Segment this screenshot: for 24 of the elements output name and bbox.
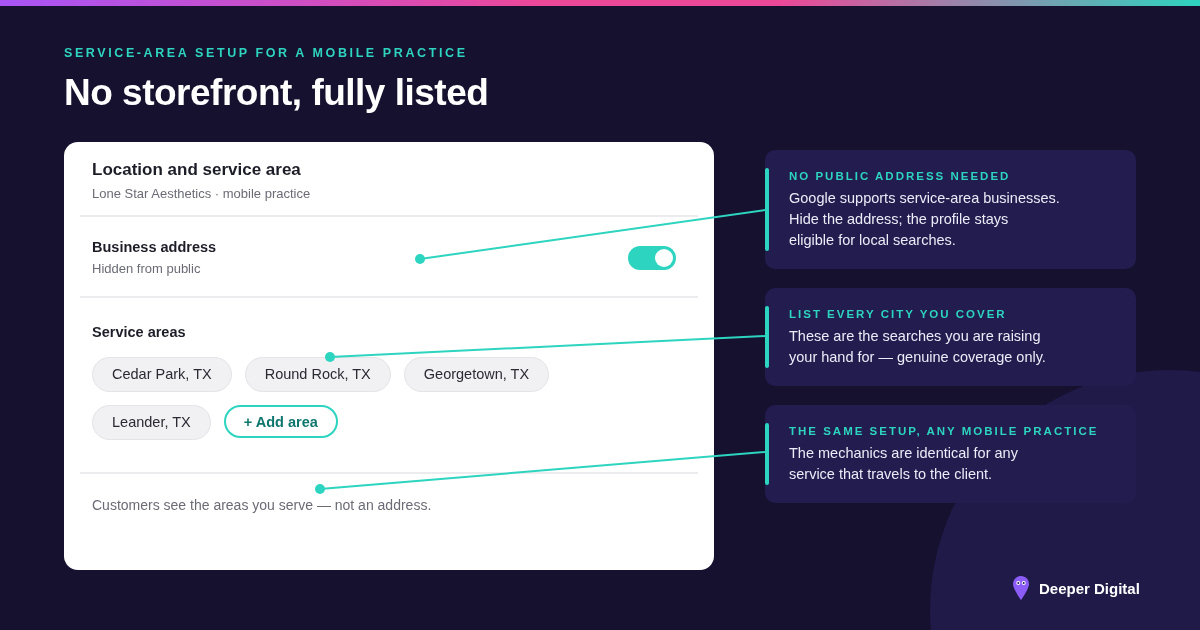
page-title: No storefront, fully listed xyxy=(64,72,490,114)
callout-text: The mechanics are identical for any service that travels to the client. xyxy=(789,444,1019,484)
card-title: Location and service area xyxy=(92,160,302,180)
toggle-switch[interactable] xyxy=(628,245,676,270)
area-chip[interactable]: Round Rock, TX xyxy=(244,357,391,392)
footer-note: Customers see the areas you serve — not an address. xyxy=(92,497,432,513)
add-area-button[interactable]: + Add area xyxy=(223,405,338,438)
area-chip[interactable]: Cedar Park, TX xyxy=(92,357,232,392)
accent-bar xyxy=(765,423,769,485)
card-subtitle: Lone Star Aesthetics · mobile practice xyxy=(92,186,312,201)
area-chip[interactable]: Leander, TX xyxy=(92,405,211,440)
eyebrow-label: SERVICE-AREA SETUP FOR A MOBILE PRACTICE xyxy=(64,46,469,60)
callout-text: These are the searches you are raising your hand for — genuine coverage only. xyxy=(789,327,1046,367)
setting-label: Business address xyxy=(92,239,217,255)
area-chip[interactable]: Georgetown, TX xyxy=(403,357,550,392)
brand-name: Deeper Digital xyxy=(1039,579,1140,597)
callout-text: Google supports service-area businesses. Hide the address; the profile stays eligible for local searches. xyxy=(789,189,1060,250)
pin-logo-icon xyxy=(1013,576,1029,600)
accent-bar xyxy=(765,306,769,368)
setting-hint: Hidden from public xyxy=(92,261,202,276)
callout-heading: THE SAME SETUP, ANY MOBILE PRACTICE xyxy=(789,425,1099,437)
section-label: Service areas xyxy=(92,324,187,340)
callout-heading: NO PUBLIC ADDRESS NEEDED xyxy=(789,170,1012,182)
callout-heading: LIST EVERY CITY YOU COVER xyxy=(789,308,1008,320)
